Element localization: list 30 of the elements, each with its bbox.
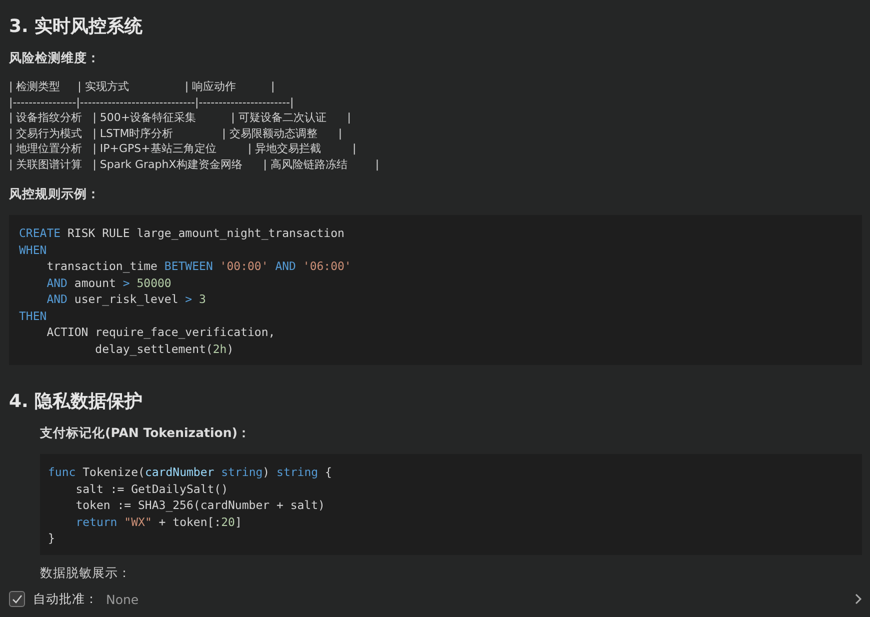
- code-line: delay_settlement(2h): [94, 340, 235, 357]
- code-line: }: [48, 530, 56, 546]
- code-line: token := SHA3_256(cardNumber + salt): [74, 497, 326, 514]
- code-line: salt := GetDailySalt(): [74, 480, 230, 497]
- code-line: func Tokenize(cardNumber string) string {: [48, 464, 333, 480]
- table-text-line: | 设备指纹分析 | 500+设备特征采集 | 可疑设备二次认证 |: [9, 110, 352, 126]
- code-line: CREATE RISK RULE large_amount_night_transaction: [19, 225, 346, 242]
- table-text-line: |----------------|-----------------------------|-----------------------|: [9, 94, 295, 110]
- table-text-line: | 检测类型 | 实现方式 | 响应动作 |: [9, 79, 276, 94]
- checkmark-icon: [11, 593, 23, 606]
- chevron-right-icon[interactable]: [854, 593, 862, 606]
- code-line: AND user_risk_level > 3: [46, 291, 207, 308]
- code-line: WHEN: [19, 242, 48, 258]
- section-heading: 3. 实时风控系统: [9, 15, 144, 38]
- code-line: THEN: [19, 308, 48, 324]
- section-label: 支付标记化(PAN Tokenization)：: [40, 425, 252, 442]
- code-line: return "WX" + token[:20]: [74, 514, 243, 530]
- approval-value: None: [106, 592, 139, 607]
- section-label: 风控规则示例：: [9, 186, 101, 203]
- code-line: ACTION require_face_verification,: [46, 324, 276, 340]
- table-text-line: | 地理位置分析 | IP+GPS+基站三角定位 | 异地交易拦截 |: [9, 141, 358, 156]
- code-line: AND amount > 50000: [46, 274, 172, 291]
- caption-text: 数据脱敏展示：: [40, 564, 132, 582]
- section-label: 风险检测维度：: [9, 50, 101, 67]
- checkbox[interactable]: [9, 591, 25, 608]
- code-line: transaction_time BETWEEN '00:00' AND '06:00': [46, 258, 352, 274]
- approval-label: 自动批准：: [33, 590, 98, 608]
- table-text-line: | 关联图谱计算 | Spark GraphX构建资金网络 | 高风险链路冻结 |: [9, 156, 380, 172]
- section-heading: 4. 隐私数据保护: [9, 390, 144, 413]
- table-text-line: | 交易行为模式 | LSTM时序分析 | 交易限额动态调整 |: [9, 126, 344, 141]
